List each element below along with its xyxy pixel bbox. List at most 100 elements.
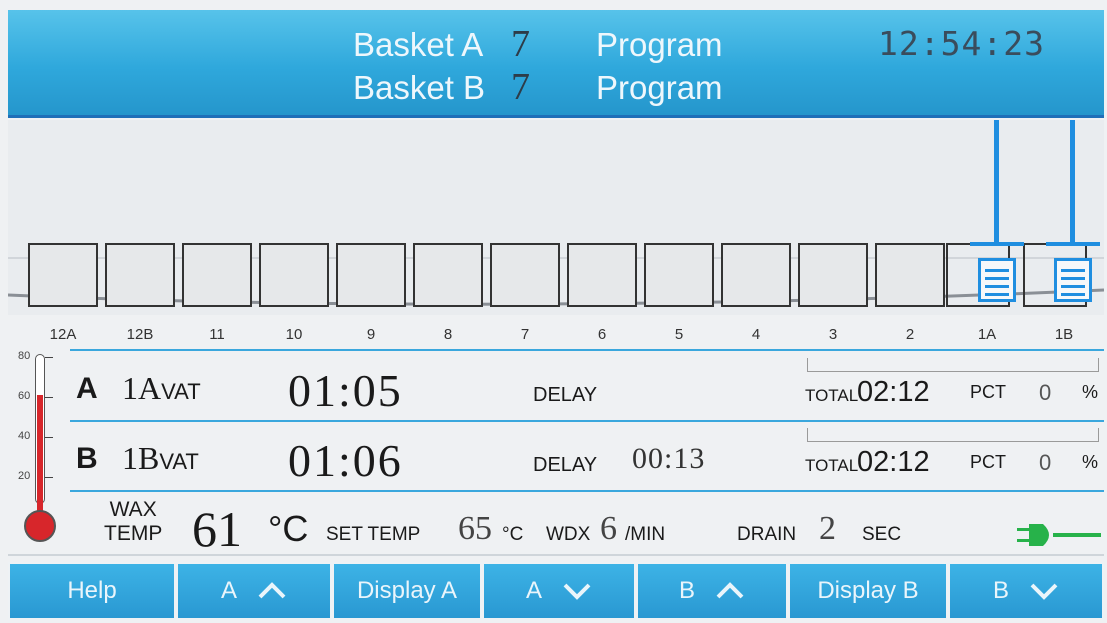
basket-a-vat-suffix: VAT — [161, 379, 201, 404]
vat-box — [875, 243, 945, 307]
basket-icon — [1054, 258, 1092, 302]
basket-a-id: A — [76, 372, 98, 405]
basket-b-vat-number: 1B — [122, 440, 160, 476]
vat-label: 7 — [520, 326, 530, 343]
thermo-tick: 20 — [18, 470, 31, 482]
vat-box — [413, 243, 483, 307]
vat-box — [259, 243, 329, 307]
vat-box — [336, 243, 406, 307]
divider — [70, 420, 1104, 422]
help-button-label: Help — [67, 577, 117, 604]
basket-a-vat: 1AVAT — [122, 370, 201, 407]
basket-b-vat-suffix: VAT — [159, 449, 199, 474]
vat-label: 1A — [977, 326, 997, 343]
vat-label: 5 — [674, 326, 684, 343]
wax-row: WAX TEMP 61 °C SET TEMP 65 °C WDX 6 /MIN… — [70, 494, 1104, 557]
basket-a-program-label: Program — [596, 26, 723, 63]
divider — [8, 554, 1104, 556]
basket-b-pct-label: PCT — [970, 452, 1006, 472]
chevron-down-icon — [1030, 583, 1058, 600]
display-b-label: Display B — [817, 577, 919, 604]
thermometer-level — [37, 395, 43, 520]
wax-temp-label: WAX TEMP — [104, 498, 162, 546]
hanger-bar-1b — [1046, 242, 1100, 246]
basket-b-id: B — [76, 442, 98, 475]
basket-b-delay-value: 00:13 — [632, 442, 706, 475]
hanger-bar-1a — [970, 242, 1024, 246]
vat-label: 9 — [366, 326, 376, 343]
drain-label: DRAIN — [737, 524, 797, 545]
basket-b-label: Basket B — [353, 69, 486, 106]
thermo-tick: 40 — [18, 430, 31, 442]
wax-temp-unit: °C — [268, 508, 309, 549]
divider — [70, 349, 1104, 351]
vat-box — [182, 243, 252, 307]
basket-a-vat-number: 1A — [122, 370, 162, 406]
basket-a-label: Basket A — [353, 26, 484, 63]
basket-b-total-value: 02:12 — [857, 446, 930, 478]
wdx-unit: /MIN — [625, 524, 666, 545]
wax-label-line2: TEMP — [104, 522, 163, 545]
display-a-label: Display A — [356, 577, 458, 604]
basket-b-total-label: TOTAL — [805, 456, 859, 475]
vat-label: 8 — [443, 326, 453, 343]
basket-b-delay-label: DELAY — [533, 454, 598, 476]
basket-b-program-line: Basket B 7 Program — [353, 65, 723, 109]
vat-label: 6 — [597, 326, 607, 343]
divider — [70, 490, 1104, 492]
basket-a-program-number: 7 — [511, 23, 530, 65]
set-temp-unit: °C — [502, 524, 524, 545]
thermometer-bulb — [24, 510, 56, 542]
basket-b-vat: 1BVAT — [122, 440, 199, 477]
vat-box — [798, 243, 868, 307]
vat-box — [567, 243, 637, 307]
thermo-tick: 60 — [18, 390, 31, 402]
vat-label: 3 — [828, 326, 838, 343]
basket-b-program-number: 7 — [511, 66, 530, 108]
chevron-down-icon — [563, 583, 591, 600]
b-down-button[interactable]: B — [948, 562, 1104, 620]
vat-label: 12B — [126, 326, 154, 343]
a-down-button[interactable]: A — [482, 562, 636, 620]
basket-b-row: B 1BVAT 01:06 DELAY 00:13 TOTAL 02:12 PC… — [70, 428, 1104, 486]
vat-label: 11 — [209, 326, 225, 343]
a-up-button[interactable]: A — [176, 562, 332, 620]
basket-a-pct-unit: % — [1082, 382, 1099, 402]
basket-b-program-label: Program — [596, 69, 723, 106]
basket-a-pct-label: PCT — [970, 382, 1006, 402]
clock: 12:54:23 — [878, 24, 1045, 63]
wdx-value: 6 — [600, 510, 617, 547]
basket-a-program-line: Basket A 7 Program — [353, 22, 723, 66]
wdx-label: WDX — [546, 524, 591, 545]
chevron-up-icon — [258, 582, 286, 599]
help-button[interactable]: Help — [8, 562, 176, 620]
basket-a-time: 01:05 — [288, 365, 403, 416]
basket-b-pct-unit: % — [1082, 452, 1099, 472]
a-up-label: A — [220, 577, 237, 604]
vat-label: 4 — [751, 326, 761, 343]
wax-label-line1: WAX — [109, 498, 157, 521]
thermometer-icon: 80 60 40 20 — [18, 350, 62, 550]
vat-box — [490, 243, 560, 307]
basket-a-total-label: TOTAL — [805, 386, 859, 405]
b-up-label: B — [678, 577, 695, 604]
button-bar: Help A Display A A B Display B B — [8, 562, 1104, 620]
basket-a-row: A 1AVAT 01:05 DELAY TOTAL 02:12 PCT 0 % — [70, 358, 1104, 416]
basket-icon — [978, 258, 1016, 302]
vat-label: 10 — [285, 326, 303, 343]
display-a-button[interactable]: Display A — [332, 562, 482, 620]
basket-a-total-value: 02:12 — [857, 376, 930, 408]
vat-label: 12A — [49, 326, 77, 343]
basket-a-progress-bar — [807, 358, 1099, 372]
hanger-1a — [994, 120, 999, 245]
set-temp-label: SET TEMP — [326, 524, 421, 545]
vat-box — [721, 243, 791, 307]
vat-labels: 12A 12B 11 10 9 8 7 6 5 4 3 2 1A 1B — [0, 326, 1107, 346]
display-b-button[interactable]: Display B — [788, 562, 948, 620]
plug-icon — [1017, 524, 1101, 546]
chevron-up-icon — [716, 582, 744, 599]
basket-a-pct-value: 0 — [1039, 380, 1052, 405]
drain-value: 2 — [819, 510, 836, 547]
vat-box — [105, 243, 175, 307]
b-up-button[interactable]: B — [636, 562, 788, 620]
